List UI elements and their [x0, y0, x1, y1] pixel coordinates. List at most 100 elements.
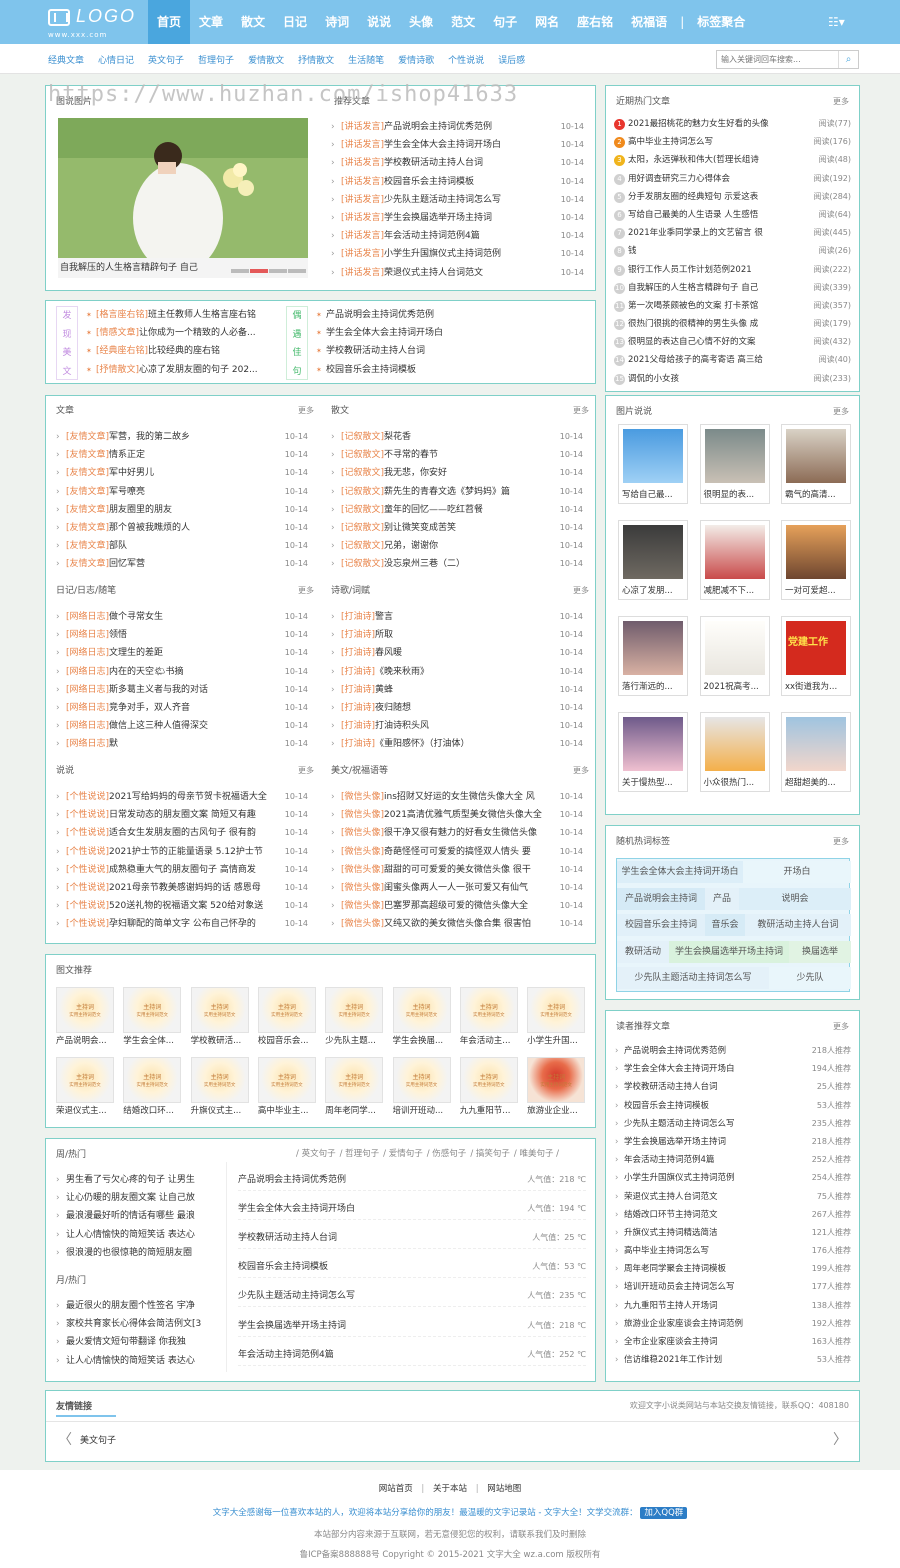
shuoshuo-card[interactable]: 落行渐远的...: [618, 616, 688, 696]
footer-sitemap-link[interactable]: 网站地图: [487, 1484, 521, 1494]
news-tag[interactable]: [讲话发言]: [341, 122, 384, 132]
section-item-title[interactable]: 《晚来秋雨》: [375, 667, 429, 677]
recommend-item-title[interactable]: 学校教研活动主持人台词: [624, 1082, 718, 1092]
pic-card-image[interactable]: 主持词 实用主持词范文: [190, 987, 249, 1033]
news-item-title[interactable]: 小学生升国旗仪式主持词范例: [384, 249, 501, 259]
section-item-title[interactable]: 斯多葛主义者与我的对话: [109, 685, 208, 695]
slider-image[interactable]: 自我解压的人生格言精辟句子 自己: [58, 118, 308, 278]
hot-item-title[interactable]: 自我解压的人生格言精辟句子 自己: [628, 283, 758, 293]
pic-card-caption[interactable]: 高中毕业主...: [258, 1103, 316, 1119]
shuoshuo-card[interactable]: 写给自己最...: [618, 424, 688, 504]
pic-card[interactable]: 主持词 实用主持词范文 产品说明会...: [56, 987, 114, 1049]
subnav-link[interactable]: 生活随笔: [348, 53, 384, 66]
news-item[interactable]: [讲话发言]荣退仪式主持人台词范文 10-14: [329, 263, 592, 282]
pic-card-image[interactable]: 主持词 实用主持词范文: [257, 1057, 316, 1103]
hot-item[interactable]: 12 很热门很挑的很精神的男生头像 成 阅读(179): [606, 315, 859, 334]
section-item[interactable]: [微信头像]又纯又欲的美女微信头像合集 很害怕 10-14: [329, 915, 591, 934]
shuoshuo-image[interactable]: [623, 621, 683, 675]
shuoshuo-caption[interactable]: 小众很热门...: [701, 775, 769, 791]
section-item-tag[interactable]: [记叙散文]: [341, 450, 384, 460]
pic-card-image[interactable]: 主持词 实用主持词范文: [392, 1057, 451, 1103]
news-tag[interactable]: [讲话发言]: [341, 195, 384, 205]
discover-item-title[interactable]: 让你成为一个精致的人必备...: [139, 328, 256, 338]
popular-item[interactable]: 年会活动主持词范例4篇 人气值：252 ℃: [238, 1346, 586, 1366]
tag-chip[interactable]: 少先队: [769, 967, 851, 989]
nav-item[interactable]: 网名: [526, 0, 568, 44]
section-item[interactable]: [网络日志]内在的天空🌤书摘 10-14: [54, 662, 316, 681]
discover-item-title[interactable]: 心凉了发朋友圈的句子 202...: [139, 365, 258, 375]
section-item-title[interactable]: 警言: [375, 612, 393, 622]
section-item-tag[interactable]: [微信头像]: [341, 792, 384, 802]
hot-item-title[interactable]: 很明显的表达自己心情不好的文案: [628, 337, 756, 347]
tag-chip[interactable]: 产品说明会主持词: [617, 887, 705, 910]
news-item-title[interactable]: 学生会换届选举开场主持词: [384, 213, 492, 223]
section-item[interactable]: [记叙散文]童年的回忆——吃红苕餐 10-14: [329, 500, 591, 519]
join-qq-button[interactable]: 加入QQ群: [640, 1507, 688, 1519]
news-item[interactable]: [讲话发言]产品说明会主持词优秀范例 10-14: [329, 118, 592, 137]
section-item[interactable]: [网络日志]斯多葛主义者与我的对话 10-14: [54, 680, 316, 699]
section-item-tag[interactable]: [个性说说]: [66, 828, 109, 838]
recommend-item-title[interactable]: 旅游业企业家座谈会主持词范例: [624, 1319, 743, 1329]
section-more-link[interactable]: 更多: [298, 405, 314, 416]
prev-arrow-icon[interactable]: 〈: [58, 1429, 72, 1449]
recommend-item-title[interactable]: 高中毕业主持词怎么写: [624, 1246, 709, 1256]
recommend-item-title[interactable]: 培训开班动员会主持词怎么写: [624, 1282, 735, 1292]
tag-chip[interactable]: 开场白: [743, 861, 851, 883]
popular-item[interactable]: 学校教研活动主持人台词 人气值：25 ℃: [238, 1229, 586, 1250]
recommend-item[interactable]: › 培训开班动员会主持词怎么写 177人推荐: [606, 1278, 859, 1297]
section-item-title[interactable]: 闺蜜头像两人一人一张可爱又有仙气: [384, 883, 528, 893]
weekly-item[interactable]: 很浪漫的也很惊艳的简短朋友圈: [54, 1244, 216, 1262]
slider-dot[interactable]: [288, 269, 306, 273]
news-tag[interactable]: [讲话发言]: [341, 213, 384, 223]
pic-card-caption[interactable]: 升旗仪式主...: [191, 1103, 249, 1119]
section-item-tag[interactable]: [网络日志]: [66, 703, 109, 713]
section-item-tag[interactable]: [友情文章]: [66, 559, 109, 569]
section-item[interactable]: [打油诗]《晚来秋雨》 10-14: [329, 662, 591, 681]
recommend-item[interactable]: › 升旗仪式主持词精选简洁 121人推荐: [606, 1223, 859, 1243]
pic-card[interactable]: 主持词 实用主持词范文 校园音乐会...: [257, 987, 316, 1049]
section-item-tag[interactable]: [网络日志]: [66, 685, 109, 695]
hot-item[interactable]: 7 2021年业季同学录上的文艺留言 很 阅读(445): [606, 224, 859, 243]
hot-item[interactable]: 8 钱 阅读(26): [606, 242, 859, 261]
monthly-item[interactable]: 家校共育家长心得体会简洁例文[3: [54, 1315, 216, 1333]
news-tag[interactable]: [讲话发言]: [341, 158, 384, 168]
nav-item[interactable]: 日记: [274, 0, 316, 44]
section-item[interactable]: [友情文章]朋友圈里的朋友 10-14: [54, 500, 316, 519]
section-item[interactable]: [友情文章]回忆军营 10-14: [54, 555, 316, 574]
recommend-item-title[interactable]: 信访维稳2021年工作计划: [624, 1355, 722, 1365]
weekly-item[interactable]: 男生看了亏欠心疼的句子 让男生: [54, 1171, 216, 1189]
pic-card[interactable]: 主持词 实用主持词范文 学生会换届...: [392, 987, 451, 1049]
recommend-item[interactable]: › 学校教研活动主持人台词 25人推荐: [606, 1078, 859, 1097]
section-item-title[interactable]: 成熟稳重大气的朋友圈句子 高情商发: [109, 865, 256, 875]
subnav-link[interactable]: 个性说说: [448, 53, 484, 66]
pic-card[interactable]: 主持词 实用主持词范文 高中毕业主...: [257, 1057, 316, 1119]
discover-item-title[interactable]: 比较经典的座右铭: [148, 346, 220, 356]
recommend-item-title[interactable]: 小学生升国旗仪式主持词范例: [624, 1173, 735, 1183]
section-item-title[interactable]: 做信上这三种人值得深交: [109, 721, 208, 731]
section-item-tag[interactable]: [网络日志]: [66, 721, 109, 731]
pic-card-caption[interactable]: 学生会全体...: [123, 1033, 181, 1049]
section-item[interactable]: [微信头像]ins招财又好运的女生微信头像大全 风 10-14: [329, 788, 591, 807]
shuoshuo-card[interactable]: 心凉了发朋...: [618, 520, 688, 600]
pic-card-image[interactable]: 主持词 实用主持词范文: [527, 1057, 586, 1103]
pic-card-caption[interactable]: 学校教研活...: [191, 1033, 249, 1049]
section-item-title[interactable]: 竞争对手，双人齐音: [109, 703, 190, 713]
pic-card-image[interactable]: 主持词 实用主持词范文: [459, 987, 518, 1033]
recommend-item[interactable]: › 荣退仪式主持人台词范文 75人推荐: [606, 1187, 859, 1206]
section-item-tag[interactable]: [打油诗]: [341, 648, 375, 658]
section-item-tag[interactable]: [打油诗]: [341, 721, 375, 731]
hot-item-title[interactable]: 分手发朋友圈的经典短句 示爱这表: [628, 192, 758, 202]
pic-card-image[interactable]: 主持词 实用主持词范文: [56, 1057, 114, 1103]
tag-chip[interactable]: 教研活动: [617, 940, 669, 963]
hot-item-title[interactable]: 高中毕业主持词怎么写: [628, 137, 713, 147]
subnav-link[interactable]: 经典文章: [48, 53, 84, 66]
shuoshuo-card[interactable]: 一对可爱超...: [781, 520, 851, 600]
section-item-title[interactable]: 又纯又欲的美女微信头像合集 很害怕: [384, 919, 531, 929]
news-item[interactable]: [讲话发言]学校教研活动主持人台词 10-14: [329, 154, 592, 173]
section-item[interactable]: [记叙散文]兄弟，谢谢你 10-14: [329, 537, 591, 556]
tags-more-link[interactable]: 更多: [833, 836, 849, 847]
search-icon[interactable]: ⌕: [838, 51, 858, 68]
section-item-title[interactable]: 520送礼物的祝福语文案 520给对象送: [109, 901, 263, 911]
recommend-item[interactable]: › 九九重阳节主持人开场词 138人推荐: [606, 1296, 859, 1315]
weekly-item[interactable]: 让人心情愉快的简短笑话 表达心: [54, 1226, 216, 1244]
